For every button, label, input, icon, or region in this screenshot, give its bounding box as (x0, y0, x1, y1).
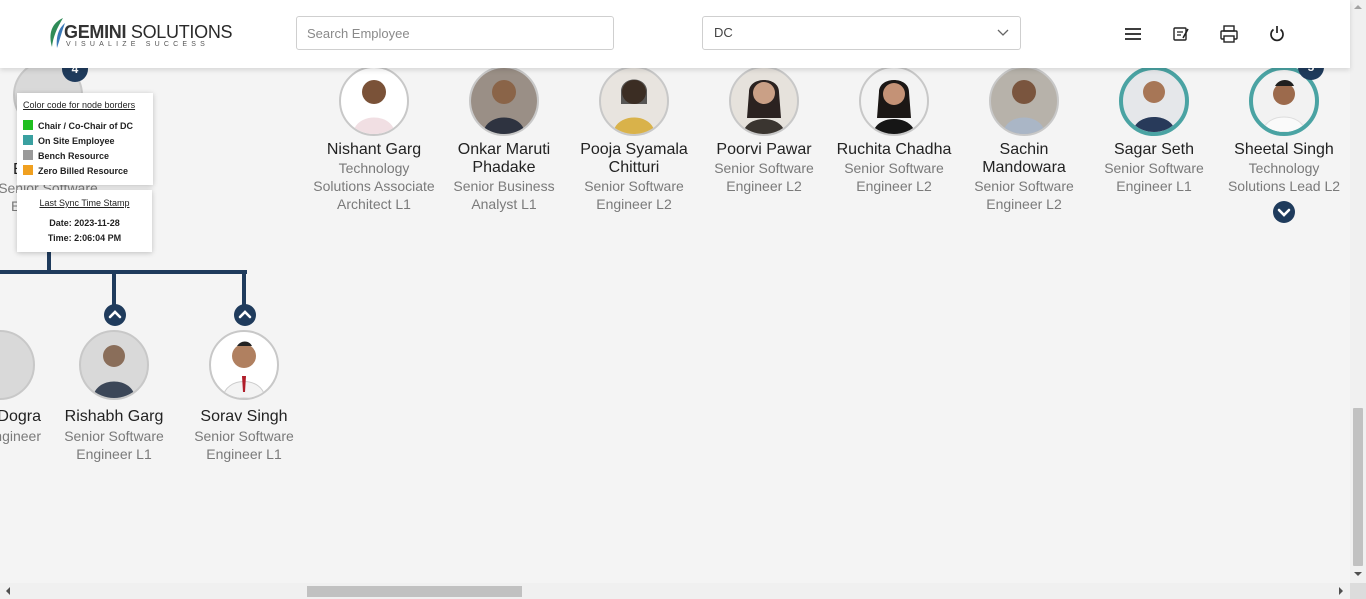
sync-title: Last Sync Time Stamp (39, 198, 130, 208)
org-chart-canvas[interactable]: 4 E Senior Software E Dogra ngineer Rish… (0, 68, 1350, 583)
employee-name: Sheetal Singh (1234, 141, 1334, 158)
top-header: GEMINI SOLUTIONS VISUALIZE SUCCESS DC (0, 0, 1350, 68)
org-node[interactable]: Rishabh Garg Senior Software Engineer L1 (49, 330, 179, 470)
person-silhouette-icon (353, 80, 395, 134)
collapse-toggle[interactable] (234, 304, 256, 326)
employee-photo (729, 68, 799, 136)
logo-name: GEMINI SOLUTIONS (64, 22, 233, 42)
legend-item-bench: Bench Resource (23, 150, 109, 161)
collapse-toggle[interactable] (104, 304, 126, 326)
employee-name: Onkar Maruti Phadake (457, 141, 551, 176)
employee-photo (859, 68, 929, 136)
org-node[interactable]: Sagar Seth Senior Software Engineer L1 (1089, 68, 1219, 236)
chevron-down-icon (997, 29, 1009, 36)
connector-line (47, 252, 51, 272)
employee-photo (599, 68, 669, 136)
person-silhouette-icon (1262, 80, 1306, 132)
chevron-up-icon (238, 310, 252, 319)
menu-icon[interactable] (1123, 24, 1143, 44)
employee-photo (989, 68, 1059, 136)
dc-select[interactable]: DC (702, 16, 1021, 50)
vertical-scrollbar-thumb[interactable] (1353, 408, 1363, 566)
print-icon[interactable] (1219, 24, 1239, 44)
horizontal-scrollbar-thumb[interactable] (307, 586, 522, 597)
logo-tagline: VISUALIZE SUCCESS (66, 41, 209, 48)
employee-title: Senior Software Engineer L2 (714, 160, 814, 194)
legend-item-zero-billed: Zero Billed Resource (23, 165, 128, 176)
org-node[interactable]: Pooja Syamala Chitturi Senior Software E… (569, 68, 699, 236)
legend-item-onsite: On Site Employee (23, 135, 115, 146)
scroll-down-arrow-icon[interactable] (1354, 571, 1362, 577)
org-node[interactable]: Ruchita Chadha Senior Software Engineer … (829, 68, 959, 236)
edit-note-icon[interactable] (1171, 24, 1191, 44)
employee-title: Senior Business Analyst L1 (453, 178, 555, 212)
border-color-legend: Color code for node borders Chair / Co-C… (17, 93, 153, 185)
employee-name: Pooja Syamala Chitturi (580, 141, 688, 176)
employee-photo (1119, 68, 1189, 136)
org-node[interactable]: Sachin Mandowara Senior Software Enginee… (959, 68, 1089, 236)
chevron-down-icon (1277, 208, 1291, 217)
org-node[interactable]: Poorvi Pawar Senior Software Engineer L2 (699, 68, 829, 236)
legend-swatch (23, 150, 33, 160)
employee-photo (79, 330, 149, 400)
employee-title: Senior Software Engineer L2 (844, 160, 944, 194)
expand-toggle[interactable] (1273, 201, 1295, 223)
org-node[interactable]: Sorav Singh Senior Software Engineer L1 (179, 330, 309, 470)
connector-line (242, 270, 246, 306)
gemini-logo[interactable]: GEMINI SOLUTIONS VISUALIZE SUCCESS (47, 17, 233, 51)
employee-name: Nishant Garg (326, 141, 422, 158)
vertical-scrollbar[interactable] (1350, 0, 1366, 583)
employee-title: Senior Software Engineer L1 (64, 428, 164, 462)
employee-name: Poorvi Pawar (716, 141, 812, 158)
last-sync-panel: Last Sync Time Stamp Date: 2023-11-28 Ti… (17, 190, 152, 252)
employee-title: Senior Software Engineer L1 (194, 428, 294, 462)
power-icon[interactable] (1267, 24, 1287, 44)
sync-time: Time: 2:06:04 PM (47, 233, 122, 243)
connector-line (112, 270, 116, 306)
employee-title: Senior Software Engineer L2 (974, 178, 1074, 212)
horizontal-scrollbar[interactable] (0, 583, 1350, 599)
dc-select-value: DC (714, 25, 733, 40)
employee-photo (209, 330, 279, 400)
person-silhouette-icon (1003, 80, 1045, 134)
employee-photo (0, 330, 35, 400)
person-silhouette-icon (93, 345, 135, 398)
employee-photo (469, 68, 539, 136)
scrollbar-corner (1350, 583, 1366, 599)
scroll-right-arrow-icon[interactable] (1338, 587, 1344, 595)
employee-title: Technology Solutions Lead L2 (1227, 160, 1341, 194)
legend-title: Color code for node borders (23, 100, 136, 110)
sync-date: Date: 2023-11-28 (49, 218, 120, 228)
person-silhouette-icon (471, 68, 537, 134)
person-silhouette-icon (613, 79, 655, 134)
scroll-left-arrow-icon[interactable] (5, 587, 11, 595)
employee-title: Senior Software Engineer L2 (584, 178, 684, 212)
employee-name: Sorav Singh (200, 408, 288, 425)
legend-swatch (23, 165, 33, 175)
employee-title: ngineer (0, 428, 41, 444)
chevron-up-icon (108, 310, 122, 319)
person-silhouette-icon (222, 341, 266, 398)
person-silhouette-icon (1133, 81, 1175, 132)
legend-swatch (23, 135, 33, 145)
person-silhouette-icon (743, 80, 785, 134)
employee-title: Senior Software Engineer L1 (1104, 160, 1204, 194)
org-node[interactable]: Onkar Maruti Phadake Senior Business Ana… (439, 68, 569, 236)
employee-name: Rishabh Garg (64, 408, 164, 425)
employee-title: Technology Solutions Associate Architect… (313, 160, 435, 212)
employee-name: Sachin Mandowara (982, 141, 1066, 176)
employee-name: Ruchita Chadha (836, 141, 952, 158)
employee-name: Sagar Seth (1113, 141, 1195, 158)
search-employee-input[interactable] (296, 16, 614, 50)
legend-item-chair: Chair / Co-Chair of DC (23, 120, 133, 131)
person-silhouette-icon (873, 80, 915, 134)
org-node[interactable]: 5 Sheetal Singh Technology Solutions Lea… (1219, 68, 1349, 236)
employee-photo (339, 68, 409, 136)
org-node[interactable]: Nishant Garg Technology Solutions Associ… (309, 68, 439, 236)
scroll-up-arrow-icon[interactable] (1354, 4, 1362, 10)
connector-line (0, 270, 247, 274)
employee-name: Dogra (0, 408, 41, 425)
legend-swatch (23, 120, 33, 130)
